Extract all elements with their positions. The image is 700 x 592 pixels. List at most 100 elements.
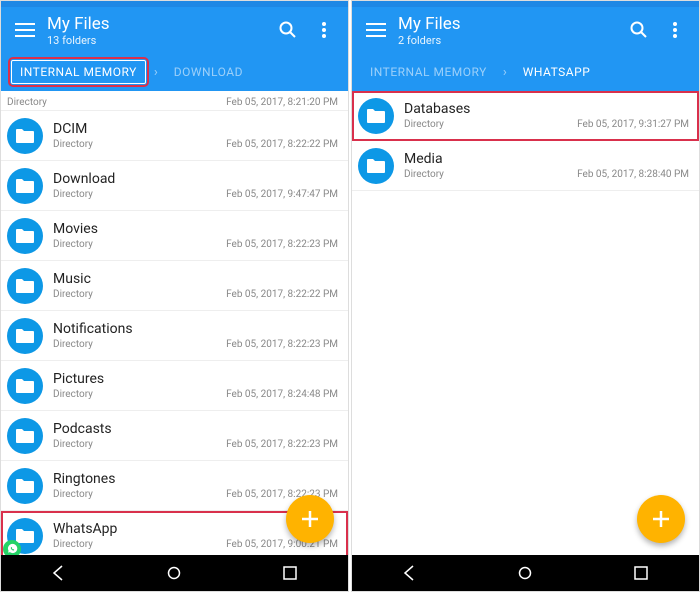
fab-add[interactable] [637,495,685,543]
folder-circle-icon [358,148,394,184]
row-text: RingtonesDirectoryFeb 05, 2017, 8:22:23 … [53,471,338,500]
app-subtitle: 2 folders [398,34,621,47]
row-type: Directory [404,119,444,130]
nav-back[interactable] [388,559,432,587]
row-time: Feb 05, 2017, 8:28:40 PM [577,169,689,180]
row-name: Media [404,151,689,167]
nav-home[interactable] [503,559,547,587]
row-text: MusicDirectoryFeb 05, 2017, 8:22:22 PM [53,271,338,300]
folder-icon [15,428,35,444]
menu-button[interactable] [7,12,43,48]
more-button[interactable] [306,12,342,48]
list-item[interactable]: Movies Directory Feb 05, 2017, 8:22:23 PM [1,211,348,261]
row-text: Movies Directory Feb 05, 2017, 8:22:23 PM [53,221,338,250]
row-name: Download [53,171,338,187]
list-item[interactable]: NotificationsDirectoryFeb 05, 2017, 8:22… [1,311,348,361]
row-text: NotificationsDirectoryFeb 05, 2017, 8:22… [53,321,338,350]
row-text: PicturesDirectoryFeb 05, 2017, 8:24:48 P… [53,371,338,400]
list-item[interactable]: DatabasesDirectoryFeb 05, 2017, 9:31:27 … [352,91,699,141]
hamburger-icon [366,23,386,37]
chevron-right-icon: › [154,65,158,80]
app-title-block: My Files 13 folders [43,14,270,47]
row-text: DatabasesDirectoryFeb 05, 2017, 9:31:27 … [404,101,689,130]
row-time: Feb 05, 2017, 9:47:47 PM [226,189,338,200]
folder-icon [15,378,35,394]
row-type: Directory [53,189,93,200]
folder-circle-icon [7,468,43,504]
nav-back[interactable] [37,559,81,587]
more-button[interactable] [657,12,693,48]
row-type: Directory [53,289,93,300]
row-text: Media Directory Feb 05, 2017, 8:28:40 PM [404,151,689,180]
row-type: Directory [53,139,93,150]
folder-circle-icon [7,268,43,304]
list-item[interactable]: Directory Feb 05, 2017, 8:21:20 PM [1,91,348,111]
folder-circle-icon [7,218,43,254]
fab-add[interactable] [286,495,334,543]
folder-circle-icon [7,168,43,204]
row-name: DCIM [53,121,338,137]
search-button[interactable] [621,12,657,48]
plus-icon [651,509,671,529]
row-type: Directory [404,169,444,180]
row-time: Feb 05, 2017, 8:21:20 PM [226,97,338,108]
folder-icon [15,528,35,544]
more-vert-icon [673,22,677,38]
app-bar: My Files 2 folders [352,7,699,53]
row-type: Directory [53,439,93,450]
breadcrumb-bar: INTERNAL MEMORY › WHATSAPP [352,53,699,91]
menu-button[interactable] [358,12,394,48]
nav-recent[interactable] [268,559,312,587]
folder-circle-icon [7,368,43,404]
row-time: Feb 05, 2017, 8:22:23 PM [226,239,338,250]
breadcrumb-internal-memory[interactable]: INTERNAL MEMORY [11,60,146,84]
folder-icon [366,108,386,124]
folder-icon [15,178,35,194]
hamburger-icon [15,23,35,37]
row-time: Feb 05, 2017, 8:22:22 PM [226,139,338,150]
folder-icon [15,278,35,294]
phone-right: My Files 2 folders INTERNAL MEMORY › WHA… [351,0,700,592]
search-button[interactable] [270,12,306,48]
row-name: Movies [53,221,338,237]
row-time: Feb 05, 2017, 8:24:48 PM [226,389,338,400]
app-title-block: My Files 2 folders [394,14,621,47]
file-list[interactable]: Directory Feb 05, 2017, 8:21:20 PM DCIMD… [1,91,348,555]
app-bar: My Files 13 folders [1,7,348,53]
phone-left: My Files 13 folders INTERNAL MEMORY › DO… [0,0,349,592]
list-item[interactable]: MusicDirectoryFeb 05, 2017, 8:22:22 PM [1,261,348,311]
folder-icon [15,478,35,494]
list-item[interactable]: Media Directory Feb 05, 2017, 8:28:40 PM [352,141,699,191]
folder-icon [15,228,35,244]
recent-icon [634,566,648,580]
recent-icon [283,566,297,580]
row-name: Databases [404,101,689,117]
breadcrumb-download[interactable]: DOWNLOAD [166,61,251,83]
back-icon [51,565,67,581]
app-title: My Files [47,14,270,34]
list-item[interactable]: PicturesDirectoryFeb 05, 2017, 8:24:48 P… [1,361,348,411]
row-name: Notifications [53,321,338,337]
folder-circle-icon [7,418,43,454]
row-type: Directory [53,539,93,550]
folder-icon [15,328,35,344]
back-icon [402,565,418,581]
file-list[interactable]: DatabasesDirectoryFeb 05, 2017, 9:31:27 … [352,91,699,555]
breadcrumb-whatsapp[interactable]: WHATSAPP [515,61,599,83]
nav-recent[interactable] [619,559,663,587]
folder-circle-icon [7,118,43,154]
app-title: My Files [398,14,621,34]
nav-home[interactable] [152,559,196,587]
list-item[interactable]: DCIM Directory Feb 05, 2017, 8:22:22 PM [1,111,348,161]
breadcrumb-internal-memory[interactable]: INTERNAL MEMORY [362,61,495,83]
row-type: Directory [53,239,93,250]
list-item[interactable]: Download Directory Feb 05, 2017, 9:47:47 P… [1,161,348,211]
list-item[interactable]: PodcastsDirectoryFeb 05, 2017, 8:22:23 P… [1,411,348,461]
row-text: DCIM Directory Feb 05, 2017, 8:22:22 PM [53,121,338,150]
more-vert-icon [322,22,326,38]
row-text: Download Directory Feb 05, 2017, 9:47:47 P… [53,171,338,200]
row-name: Podcasts [53,421,338,437]
app-subtitle: 13 folders [47,34,270,47]
plus-icon [300,509,320,529]
whatsapp-badge-icon [3,540,21,556]
